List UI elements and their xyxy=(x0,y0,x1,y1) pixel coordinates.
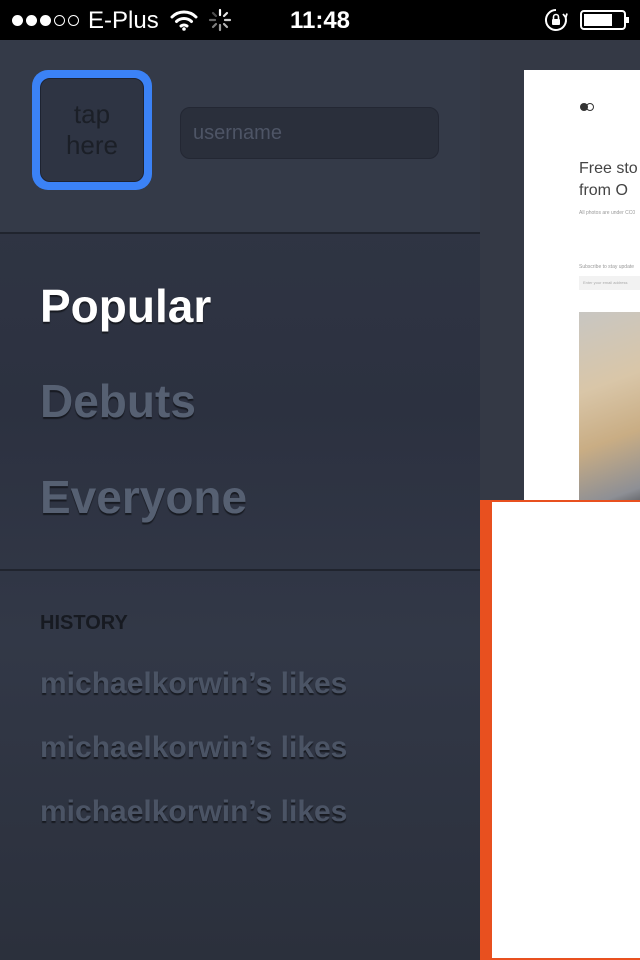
divider xyxy=(0,232,480,234)
username-input[interactable] xyxy=(180,107,439,159)
nav-item-everyone[interactable]: Everyone xyxy=(40,471,247,523)
preview-headline: Free sto from O xyxy=(579,160,638,199)
history-item[interactable]: michaelkorwin’s likes xyxy=(40,795,347,829)
nav-item-popular[interactable]: Popular xyxy=(40,280,211,332)
shot-card-content xyxy=(492,502,640,958)
shot-card-panel[interactable] xyxy=(480,500,640,960)
avatar-label: tap here xyxy=(65,99,119,160)
preview-subtext: All photos are under CC0 xyxy=(579,210,636,216)
preview-photo xyxy=(579,312,640,510)
site-logo-icon xyxy=(580,103,594,111)
rotation-lock-icon xyxy=(544,8,568,31)
avatar-placeholder: tap here xyxy=(40,78,144,182)
shot-preview-card[interactable]: Free sto from O All photos are under CC0… xyxy=(524,70,640,510)
side-drawer: tap here Popular Debuts Everyone HISTORY… xyxy=(0,40,480,960)
status-bar: E-Plus 11:48 xyxy=(0,0,640,40)
nav-item-debuts[interactable]: Debuts xyxy=(40,375,196,427)
preview-subscribe-text: Subscribe to stay update xyxy=(579,264,635,270)
battery-icon xyxy=(580,10,629,30)
preview-email-field: Enter your email address xyxy=(579,276,640,290)
history-item[interactable]: michaelkorwin’s likes xyxy=(40,731,347,765)
avatar-button[interactable]: tap here xyxy=(32,70,152,190)
history-item[interactable]: michaelkorwin’s likes xyxy=(40,667,347,701)
divider xyxy=(0,569,480,571)
profile-header: tap here xyxy=(0,40,480,232)
history-header: HISTORY xyxy=(40,612,128,634)
